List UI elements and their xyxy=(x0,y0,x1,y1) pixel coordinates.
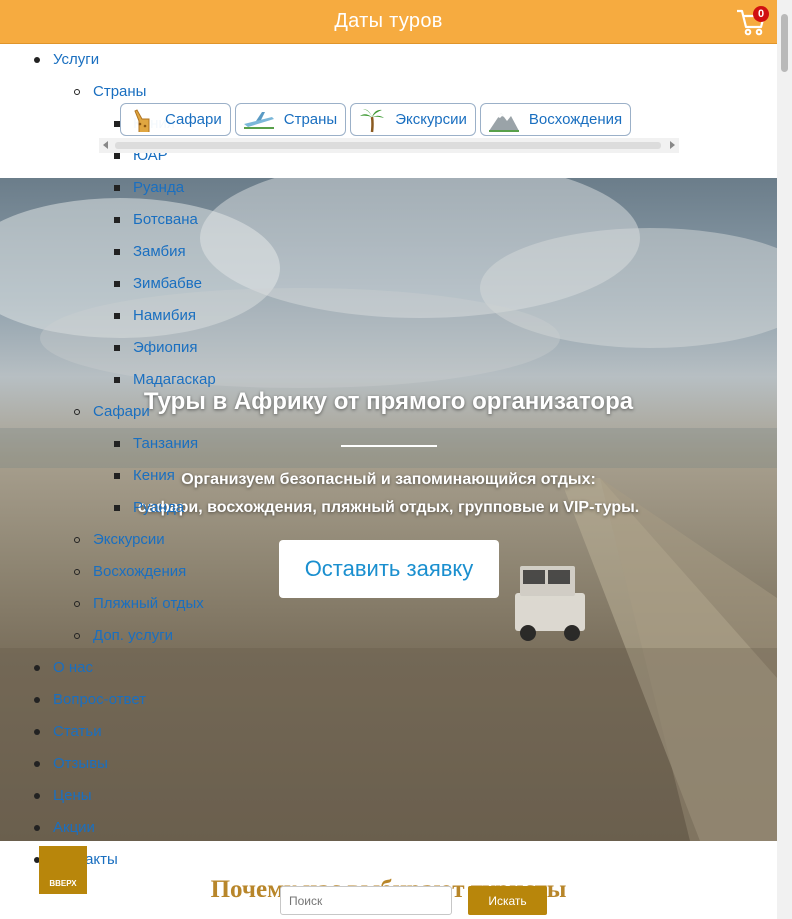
nav-link[interactable]: Пляжный отдых xyxy=(93,595,204,612)
nav-link[interactable]: Руанда xyxy=(133,179,184,196)
hero-divider xyxy=(341,445,437,447)
category-excursions[interactable]: Экскурсии xyxy=(350,103,476,136)
nav-link[interactable]: Мадагаскар xyxy=(133,371,216,388)
nav-link[interactable]: Услуги xyxy=(53,51,99,68)
category-countries[interactable]: Страны xyxy=(234,103,347,136)
category-scrollbar[interactable] xyxy=(99,138,679,153)
nav-link[interactable]: Статьи xyxy=(53,723,102,740)
category-strip: Сафари Страны Экскурсии Восхождения xyxy=(120,103,632,136)
category-label: Сафари xyxy=(165,111,222,128)
nav-link[interactable]: О нас xyxy=(53,659,93,676)
nav-link[interactable]: Намибия xyxy=(133,307,196,324)
nav-link[interactable]: Замбия xyxy=(133,243,186,260)
nav-link[interactable]: Восхождения xyxy=(93,563,186,580)
category-safari[interactable]: Сафари xyxy=(120,103,231,136)
nav-link[interactable]: Отзывы xyxy=(53,755,108,772)
giraffe-icon xyxy=(134,108,150,132)
cart-count-badge: 0 xyxy=(753,6,769,22)
hero-subtitle: Организуем безопасный и запоминающийся о… xyxy=(0,466,777,522)
nav-item: Услуги xyxy=(34,44,99,76)
hero-subtitle-line1: Организуем безопасный и запоминающийся о… xyxy=(181,471,596,488)
scroll-right-icon[interactable] xyxy=(670,141,675,149)
nav-link[interactable]: Цены xyxy=(53,787,92,804)
search-button[interactable]: Искать xyxy=(468,886,547,915)
list-bullet-icon xyxy=(114,153,120,159)
category-label: Страны xyxy=(283,111,338,128)
mountain-icon xyxy=(488,112,519,132)
search-input[interactable] xyxy=(280,886,452,915)
nav-link[interactable]: Экскурсии xyxy=(93,531,165,548)
category-climbing[interactable]: Восхождения xyxy=(479,103,632,136)
nav-link[interactable]: Вопрос-ответ xyxy=(53,691,146,708)
list-bullet-icon xyxy=(34,57,40,63)
hero-section: Туры в Африку от прямого организатора Ор… xyxy=(0,178,777,841)
nav-link[interactable]: Сафари xyxy=(93,403,150,420)
airplane-icon xyxy=(243,111,274,129)
palm-icon xyxy=(360,108,385,132)
back-to-top-button[interactable]: ВВЕРХ xyxy=(39,846,87,894)
search-form: Искать xyxy=(280,886,547,915)
nav-link[interactable]: Кения xyxy=(133,467,175,484)
request-button[interactable]: Оставить заявку xyxy=(279,540,499,598)
hero-subtitle-line2: сафари, восхождения, пляжный отдых, груп… xyxy=(137,499,640,516)
category-scrollbar-thumb[interactable] xyxy=(115,142,661,149)
scroll-left-icon[interactable] xyxy=(103,141,108,149)
nav-link[interactable]: Танзания xyxy=(133,435,198,452)
page-scrollbar-thumb[interactable] xyxy=(781,14,788,72)
cart-button[interactable]: 0 xyxy=(735,6,769,38)
nav-link[interactable]: Доп. услуги xyxy=(93,627,173,644)
category-label: Восхождения xyxy=(528,111,623,128)
tour-dates-link[interactable]: Даты туров xyxy=(334,10,442,33)
nav-link[interactable]: Ботсвана xyxy=(133,211,198,228)
category-label: Экскурсии xyxy=(395,111,467,128)
nav-link[interactable]: Акции xyxy=(53,819,95,836)
page-scrollbar[interactable] xyxy=(777,0,792,919)
nav-link[interactable]: Руанда xyxy=(133,499,184,516)
list-bullet-icon xyxy=(74,89,80,95)
top-bar: Даты туров 0 xyxy=(0,0,777,44)
nav-link[interactable]: Эфиопия xyxy=(133,339,197,356)
nav-link[interactable]: Зимбабве xyxy=(133,275,202,292)
nav-link[interactable]: Страны xyxy=(93,83,146,100)
